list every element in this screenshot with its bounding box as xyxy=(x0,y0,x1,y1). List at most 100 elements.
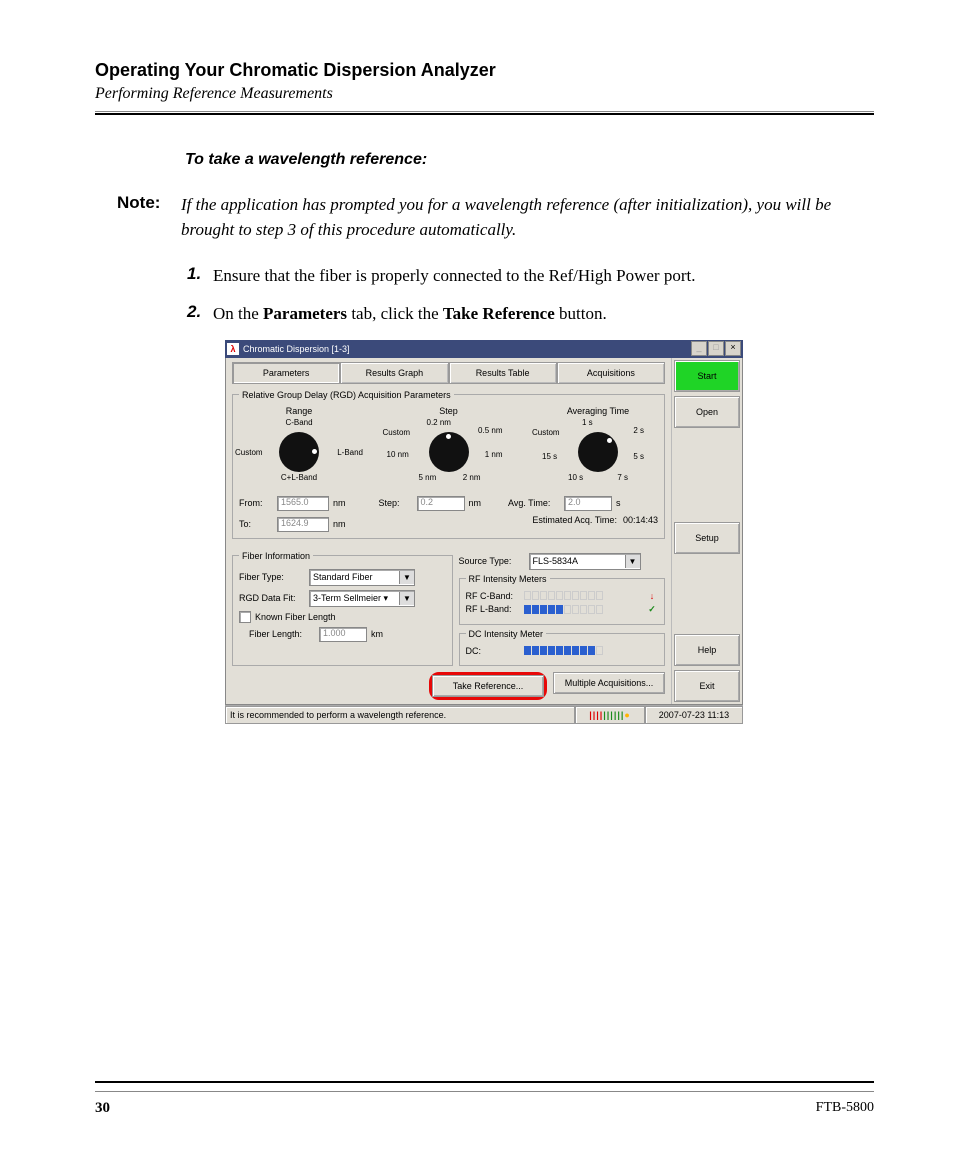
source-type-select[interactable]: FLS-5834A▼ xyxy=(529,553,641,570)
tick-label: 10 nm xyxy=(387,450,409,459)
tick-label: L-Band xyxy=(337,448,363,457)
text: button. xyxy=(555,304,607,323)
divider xyxy=(95,1081,874,1083)
step-text: On the Parameters tab, click the Take Re… xyxy=(213,302,607,326)
tab-results-graph[interactable]: Results Graph xyxy=(340,362,448,384)
tick-label: 2 nm xyxy=(463,473,481,482)
section-title: Performing Reference Measurements xyxy=(95,85,874,103)
to-field[interactable]: 1624.9 xyxy=(277,517,329,532)
highlight-annotation: Take Reference... xyxy=(429,672,547,700)
rf-lband-meter xyxy=(524,605,647,614)
rf-cband-label: RF C-Band: xyxy=(466,591,524,601)
dc-meter xyxy=(524,646,647,655)
rf-lband-label: RF L-Band: xyxy=(466,604,524,614)
rgd-fieldset: Relative Group Delay (RGD) Acquisition P… xyxy=(232,390,665,539)
chapter-title: Operating Your Chromatic Dispersion Anal… xyxy=(95,60,874,81)
status-indicator: ||||||||||● xyxy=(575,706,645,724)
tick-label: Custom xyxy=(532,428,560,437)
range-title: Range xyxy=(239,406,359,416)
fiber-type-label: Fiber Type: xyxy=(239,572,309,582)
tick-label: C+L-Band xyxy=(281,473,317,482)
tick-label: 0.5 nm xyxy=(478,426,502,435)
text: On the xyxy=(213,304,263,323)
from-field[interactable]: 1565.0 xyxy=(277,496,329,511)
start-button[interactable]: Start xyxy=(674,360,740,392)
known-length-label: Known Fiber Length xyxy=(255,612,336,622)
to-label: To: xyxy=(239,519,277,529)
rf-cband-meter xyxy=(524,591,647,600)
tick-label: Custom xyxy=(383,428,411,437)
from-label: From: xyxy=(239,498,277,508)
source-type-label: Source Type: xyxy=(459,556,529,566)
app-screenshot: λ Chromatic Dispersion [1-3] _ □ × Param… xyxy=(225,340,743,724)
rf-meters-legend: RF Intensity Meters xyxy=(466,574,550,584)
dc-label: DC: xyxy=(466,646,524,656)
chevron-down-icon: ▼ xyxy=(399,571,414,584)
tick-label: 7 s xyxy=(617,473,628,482)
page-number: 30 xyxy=(95,1100,110,1117)
app-icon: λ xyxy=(227,343,239,355)
range-dial[interactable] xyxy=(279,432,319,472)
close-button[interactable]: × xyxy=(725,341,741,356)
fiber-fieldset: Fiber Information Fiber Type: Standard F… xyxy=(232,551,453,666)
chevron-down-icon: ▼ xyxy=(625,555,640,568)
step-text: Ensure that the fiber is properly connec… xyxy=(213,264,695,288)
step-number: 1. xyxy=(187,264,213,288)
window-title: Chromatic Dispersion [1-3] xyxy=(243,344,350,354)
tab-results-table[interactable]: Results Table xyxy=(449,362,557,384)
tick-label: C-Band xyxy=(285,418,312,427)
step-title: Step xyxy=(389,406,509,416)
avg-time-label: Avg. Time: xyxy=(508,498,564,508)
fiber-type-select[interactable]: Standard Fiber▼ xyxy=(309,569,415,586)
take-reference-button[interactable]: Take Reference... xyxy=(432,675,544,697)
open-button[interactable]: Open xyxy=(674,396,740,428)
arrow-down-icon: ↓ xyxy=(646,591,658,601)
fiber-legend: Fiber Information xyxy=(239,551,313,561)
tick-label: 5 s xyxy=(633,452,644,461)
avg-dial[interactable] xyxy=(578,432,618,472)
tick-label: 1 nm xyxy=(485,450,503,459)
rf-meters-fieldset: RF Intensity Meters RF C-Band: ↓ RF L-Ba… xyxy=(459,574,666,625)
dc-meter-fieldset: DC Intensity Meter DC: xyxy=(459,629,666,666)
step-label: Step: xyxy=(379,498,417,508)
tick-label: 2 s xyxy=(633,426,644,435)
maximize-button[interactable]: □ xyxy=(708,341,724,356)
tab-acquisitions[interactable]: Acquisitions xyxy=(557,362,665,384)
check-icon: ✓ xyxy=(646,604,658,615)
divider xyxy=(95,111,874,112)
status-message: It is recommended to perform a wavelengt… xyxy=(225,706,575,724)
setup-button[interactable]: Setup xyxy=(674,522,740,554)
step-field[interactable]: 0.2 xyxy=(417,496,465,511)
rgd-legend: Relative Group Delay (RGD) Acquisition P… xyxy=(239,390,454,400)
avg-time-field[interactable]: 2.0 xyxy=(564,496,612,511)
tick-label: 5 nm xyxy=(419,473,437,482)
unit: nm xyxy=(333,519,346,529)
rgd-fit-select[interactable]: 3-Term Sellmeier ▾▼ xyxy=(309,590,415,607)
dc-meter-legend: DC Intensity Meter xyxy=(466,629,547,639)
model-number: FTB-5800 xyxy=(816,1100,874,1117)
rgd-fit-label: RGD Data Fit: xyxy=(239,593,309,603)
text: tab, click the xyxy=(347,304,443,323)
multiple-acquisitions-button[interactable]: Multiple Acquisitions... xyxy=(553,672,665,694)
unit: km xyxy=(371,629,383,639)
tab-parameters[interactable]: Parameters xyxy=(232,362,340,384)
est-label: Estimated Acq. Time: xyxy=(532,515,617,525)
tick-label: 1 s xyxy=(582,418,593,427)
text-bold: Take Reference xyxy=(443,304,555,323)
status-time: 2007-07-23 11:13 xyxy=(645,706,743,724)
minimize-button[interactable]: _ xyxy=(691,341,707,356)
procedure-heading: To take a wavelength reference: xyxy=(185,151,874,169)
known-length-checkbox[interactable] xyxy=(239,611,251,623)
fiber-length-field[interactable]: 1.000 xyxy=(319,627,367,642)
tick-label: 10 s xyxy=(568,473,583,482)
fiber-length-label: Fiber Length: xyxy=(239,629,319,639)
unit: nm xyxy=(333,498,346,508)
unit: s xyxy=(616,498,621,508)
step-number: 2. xyxy=(187,302,213,326)
text-bold: Parameters xyxy=(263,304,347,323)
step-dial[interactable] xyxy=(429,432,469,472)
exit-button[interactable]: Exit xyxy=(674,670,740,702)
help-button[interactable]: Help xyxy=(674,634,740,666)
chevron-down-icon: ▼ xyxy=(399,592,414,605)
tick-label: 15 s xyxy=(542,452,557,461)
